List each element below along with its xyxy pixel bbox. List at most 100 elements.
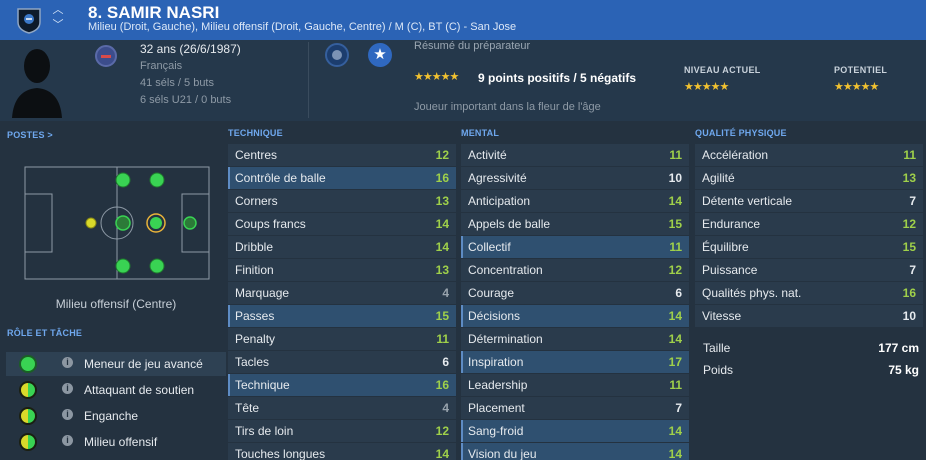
physical-table: QUALITÉ PHYSIQUE Accélération 11 Agilité 1… [695, 124, 923, 328]
attribute-name: Sang-froid [468, 424, 524, 438]
attribute-row[interactable]: Accélération 11 [695, 144, 923, 167]
attribute-row[interactable]: Anticipation 14 [461, 190, 689, 213]
attribute-row[interactable]: Dribble 14 [228, 236, 456, 259]
attribute-value: 14 [435, 240, 449, 254]
role-suitability-icon [19, 355, 37, 373]
attribute-value: 13 [435, 263, 449, 277]
attribute-name: Dribble [235, 240, 274, 254]
attribute-name: Corners [235, 194, 278, 208]
attribute-row[interactable]: Contrôle de balle 16 [228, 167, 456, 190]
next-player-arrow-icon[interactable]: ﹀ [50, 18, 66, 33]
role-suitability-icon [19, 407, 37, 425]
position-dot[interactable] [115, 215, 131, 231]
attribute-value: 15 [902, 240, 916, 254]
nationality-flag-icon[interactable] [95, 45, 117, 67]
player-profile: 32 ans (26/6/1987) Français 41 séls / 5 … [0, 40, 926, 121]
attribute-value: 11 [669, 148, 682, 162]
attribute-value: 6 [675, 286, 682, 300]
attribute-row[interactable]: Activité 11 [461, 144, 689, 167]
attribute-row[interactable]: Agilité 13 [695, 167, 923, 190]
attribute-row[interactable]: Concentration 12 [461, 259, 689, 282]
attribute-row[interactable]: Penalty 11 [228, 328, 456, 351]
role-suitability-icon [19, 433, 37, 451]
potential-ability-stars: ★★★★★ [834, 81, 879, 93]
attribute-value: 14 [668, 424, 682, 438]
attribute-value: 11 [669, 378, 682, 392]
club-crest-icon[interactable] [16, 6, 42, 34]
attribute-row[interactable]: Sang-froid 14 [461, 420, 689, 443]
position-dot[interactable] [115, 258, 131, 274]
attribute-row[interactable]: Corners 13 [228, 190, 456, 213]
current-ability-label: NIVEAU ACTUEL [684, 65, 761, 75]
club-logo-icon[interactable] [325, 43, 349, 67]
attribute-row[interactable]: Vitesse 10 [695, 305, 923, 328]
role-row-milieu-offensif[interactable]: i Milieu offensif [6, 430, 226, 454]
info-icon[interactable]: i [62, 383, 73, 394]
attribute-name: Marquage [235, 286, 290, 300]
attribute-value: 10 [902, 309, 916, 323]
player-nationality[interactable]: Français [140, 58, 241, 75]
attribute-row[interactable]: Détente verticale 7 [695, 190, 923, 213]
divider [308, 42, 309, 118]
position-dot[interactable] [149, 172, 165, 188]
info-icon[interactable]: i [62, 409, 73, 420]
attribute-name: Endurance [702, 217, 761, 231]
attribute-row[interactable]: Vision du jeu 14 [461, 443, 689, 460]
attribute-row[interactable]: Passes 15 [228, 305, 456, 328]
position-dot[interactable] [146, 213, 166, 233]
role-row-enganche[interactable]: i Enganche [6, 404, 226, 428]
weight-value: 75 kg [888, 363, 919, 377]
attribute-name: Technique [235, 378, 290, 392]
attribute-value: 11 [436, 332, 449, 346]
attribute-row[interactable]: Inspiration 17 [461, 351, 689, 374]
attribute-row[interactable]: Collectif 11 [461, 236, 689, 259]
attribute-row[interactable]: Placement 7 [461, 397, 689, 420]
attribute-name: Touches longues [235, 447, 326, 460]
info-icon[interactable]: i [62, 435, 73, 446]
attribute-row[interactable]: Tête 4 [228, 397, 456, 420]
attribute-row[interactable]: Centres 12 [228, 144, 456, 167]
positions-link[interactable]: POSTES > [7, 130, 53, 140]
info-icon[interactable]: i [62, 357, 73, 368]
attribute-row[interactable]: Tacles 6 [228, 351, 456, 374]
position-dot[interactable] [183, 216, 197, 230]
weight-row: Poids 75 kg [695, 359, 923, 381]
scout-note: Joueur important dans la fleur de l'âge [414, 101, 601, 113]
attribute-row[interactable]: Touches longues 14 [228, 443, 456, 460]
star-badge-icon[interactable]: ★ [368, 43, 392, 67]
attribute-row[interactable]: Coups francs 14 [228, 213, 456, 236]
attribute-value: 13 [902, 171, 916, 185]
attribute-row[interactable]: Décisions 14 [461, 305, 689, 328]
attribute-row[interactable]: Courage 6 [461, 282, 689, 305]
attribute-row[interactable]: Équilibre 15 [695, 236, 923, 259]
attribute-name: Concentration [468, 263, 543, 277]
attribute-row[interactable]: Détermination 14 [461, 328, 689, 351]
attribute-row[interactable]: Endurance 12 [695, 213, 923, 236]
attribute-row[interactable]: Puissance 7 [695, 259, 923, 282]
attribute-row[interactable]: Appels de balle 15 [461, 213, 689, 236]
position-dot[interactable] [149, 258, 165, 274]
position-dot[interactable] [115, 172, 131, 188]
height-value: 177 cm [878, 341, 919, 355]
attribute-row[interactable]: Marquage 4 [228, 282, 456, 305]
attribute-row[interactable]: Finition 13 [228, 259, 456, 282]
mental-title: MENTAL [461, 128, 500, 138]
role-row-meneur[interactable]: i Meneur de jeu avancé [6, 352, 226, 376]
attribute-name: Puissance [702, 263, 758, 277]
attribute-value: 12 [902, 217, 916, 231]
attribute-row[interactable]: Leadership 11 [461, 374, 689, 397]
previous-player-arrow-icon[interactable]: ︿ [50, 3, 66, 18]
attribute-name: Vitesse [702, 309, 742, 323]
attribute-row[interactable]: Tirs de loin 12 [228, 420, 456, 443]
role-row-attaquant[interactable]: i Attaquant de soutien [6, 378, 226, 402]
scout-summary[interactable]: 9 points positifs / 5 négatifs [478, 71, 636, 85]
player-positions: Milieu (Droit, Gauche), Milieu offensif … [88, 21, 517, 33]
position-dot[interactable] [85, 217, 97, 229]
attribute-row[interactable]: Agressivité 10 [461, 167, 689, 190]
attribute-value: 14 [668, 447, 682, 460]
attribute-row[interactable]: Technique 16 [228, 374, 456, 397]
attribute-name: Passes [235, 309, 275, 323]
attribute-name: Collectif [468, 240, 511, 254]
mental-table: MENTAL Activité 11 Agressivité 10 Anticipa… [461, 124, 689, 460]
attribute-row[interactable]: Qualités phys. nat. 16 [695, 282, 923, 305]
